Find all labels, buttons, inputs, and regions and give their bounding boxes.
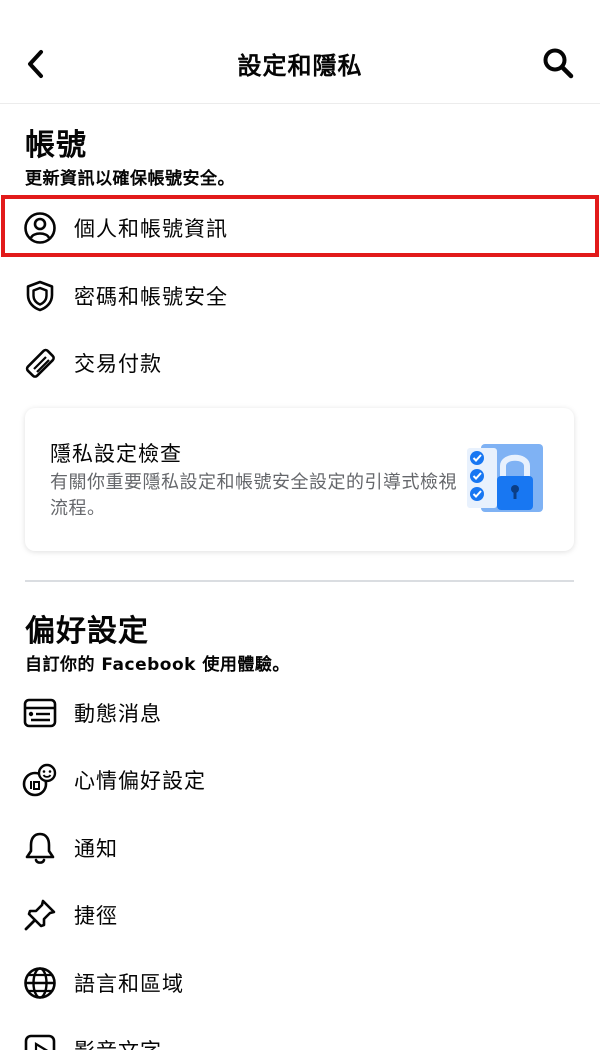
shield-icon <box>22 278 58 314</box>
globe-icon <box>22 965 58 1001</box>
menu-item-label: 語言和區域 <box>74 972 184 996</box>
menu-item-label: 動態消息 <box>74 702 162 726</box>
menu-item-notifications[interactable]: 通知 <box>0 818 600 878</box>
preferences-section-title: 偏好設定 <box>25 614 149 649</box>
menu-item-label: 心情偏好設定 <box>74 769 206 793</box>
news-feed-icon <box>22 695 58 731</box>
menu-item-label: 密碼和帳號安全 <box>74 285 228 309</box>
menu-item-shortcuts[interactable]: 捷徑 <box>0 885 600 945</box>
menu-item-news-feed[interactable]: 動態消息 <box>0 683 600 743</box>
menu-item-payments[interactable]: 交易付款 <box>0 333 600 393</box>
menu-item-label: 通知 <box>74 837 118 861</box>
section-divider <box>25 580 574 582</box>
page-title: 設定和隱私 <box>237 52 363 80</box>
preferences-section-subtitle: 自訂你的 Facebook 使用體驗。 <box>25 655 290 675</box>
top-bar: 設定和隱私 <box>0 0 600 104</box>
account-section-title: 帳號 <box>25 128 87 163</box>
search-button[interactable] <box>538 42 578 84</box>
selection-highlight <box>1 195 599 257</box>
menu-item-media[interactable]: 影音文字 <box>0 1020 600 1050</box>
account-section-subtitle: 更新資訊以確保帳號安全。 <box>25 169 235 189</box>
privacy-checkup-description: 有關你重要隱私設定和帳號安全設定的引導式檢視流程。 <box>50 472 457 519</box>
menu-item-label: 捷徑 <box>74 904 118 928</box>
menu-item-password-security[interactable]: 密碼和帳號安全 <box>0 266 600 326</box>
reactions-icon <box>22 762 58 798</box>
pin-icon <box>22 897 58 933</box>
bell-icon <box>22 830 58 866</box>
search-icon <box>543 48 574 79</box>
menu-item-label: 交易付款 <box>74 352 162 376</box>
privacy-checkup-card[interactable]: 隱私設定檢查 有關你重要隱私設定和帳號安全設定的引導式檢視流程。 <box>25 408 574 551</box>
tag-icon <box>22 345 58 381</box>
media-icon <box>22 1032 58 1050</box>
menu-item-label: 影音文字 <box>74 1035 162 1050</box>
privacy-checkup-title: 隱私設定檢查 <box>50 442 182 466</box>
menu-item-language-region[interactable]: 語言和區域 <box>0 953 600 1013</box>
padlock-checklist-icon <box>467 444 543 512</box>
menu-item-reaction-preferences[interactable]: 心情偏好設定 <box>0 750 600 810</box>
